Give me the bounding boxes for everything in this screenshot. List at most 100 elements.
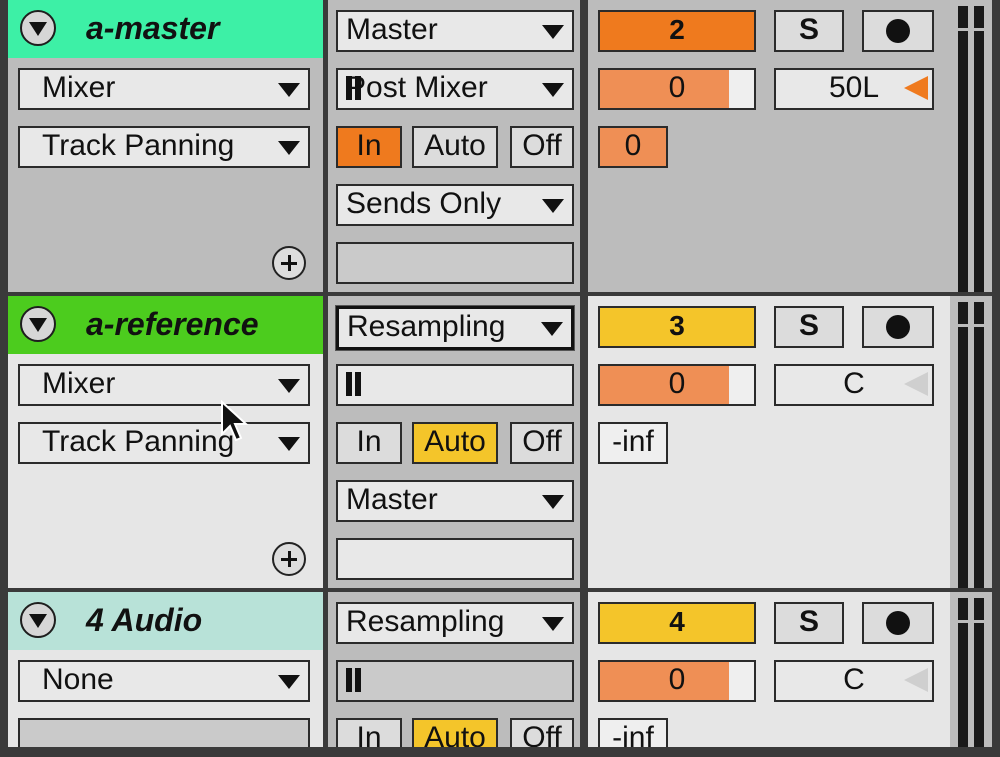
io-section: a-reference Mixer Track Panning [8, 296, 323, 588]
send-value[interactable]: -inf [598, 422, 668, 464]
pause-icon [344, 76, 364, 100]
track-name[interactable]: a-master [86, 10, 219, 47]
output-type-label: Resampling [346, 605, 505, 638]
output-channel-dropdown[interactable] [336, 364, 574, 406]
volume-slider[interactable]: 0 [598, 68, 756, 110]
chevron-down-icon [542, 83, 564, 97]
output-type-dropdown[interactable]: Resampling [336, 306, 574, 350]
fold-icon[interactable] [20, 602, 56, 638]
output-type-dropdown[interactable]: Resampling [336, 602, 574, 644]
chevron-down-icon [542, 25, 564, 39]
track-activator-button[interactable]: 2 [598, 10, 756, 52]
sends-label: Sends Only [346, 187, 502, 220]
input-type-dropdown[interactable]: Mixer [18, 68, 310, 110]
volume-fill [600, 366, 730, 404]
record-icon [886, 19, 910, 43]
input-channel-dropdown[interactable]: Track Panning [18, 126, 310, 168]
mixer-section: 2 S 0 50L 0 [588, 0, 950, 292]
record-icon [886, 611, 910, 635]
output-type-dropdown[interactable]: Master [336, 10, 574, 52]
io-section: 4 Audio None [8, 592, 323, 747]
input-channel-dropdown[interactable] [18, 718, 310, 747]
sends-dropdown[interactable]: Sends Only [336, 184, 574, 226]
pan-knob[interactable]: 50L [774, 68, 934, 110]
solo-button[interactable]: S [774, 10, 844, 52]
pan-indicator-icon [904, 372, 928, 396]
sends-label: Master [346, 483, 438, 516]
meter-right [974, 302, 984, 588]
chevron-down-icon [278, 379, 300, 393]
track-activator-button[interactable]: 3 [598, 306, 756, 348]
output-channel-dropdown[interactable]: Post Mixer [336, 68, 574, 110]
track-header[interactable]: a-reference [8, 296, 323, 354]
routing-section: Master Post Mixer In Auto Off Sends Only [328, 0, 580, 292]
output-channel-dropdown[interactable] [336, 660, 574, 702]
input-type-dropdown[interactable]: None [18, 660, 310, 702]
input-type-label: Mixer [42, 367, 116, 400]
fold-icon[interactable] [20, 306, 56, 342]
pan-knob[interactable]: C [774, 364, 934, 406]
input-channel-label: Track Panning [42, 129, 235, 162]
fold-icon[interactable] [20, 10, 56, 46]
monitor-auto-button[interactable]: Auto [412, 718, 498, 747]
monitor-in-button[interactable]: In [336, 422, 402, 464]
volume-fill [600, 662, 730, 700]
level-meter [950, 592, 992, 747]
volume-value: 0 [668, 663, 686, 696]
level-meter [950, 0, 992, 292]
mixer-section: 3 S 0 C -inf [588, 296, 950, 588]
level-meter [950, 296, 992, 588]
chevron-down-icon [278, 675, 300, 689]
solo-button[interactable]: S [774, 306, 844, 348]
track-name[interactable]: a-reference [86, 306, 259, 343]
output-type-label: Master [346, 13, 438, 46]
chevron-down-icon [278, 141, 300, 155]
input-channel-dropdown[interactable]: Track Panning [18, 422, 310, 464]
volume-fill [600, 70, 730, 108]
solo-button[interactable]: S [774, 602, 844, 644]
monitor-auto-button[interactable]: Auto [412, 126, 498, 168]
chevron-down-icon [278, 437, 300, 451]
meter-tick [974, 324, 984, 327]
volume-slider[interactable]: 0 [598, 364, 756, 406]
input-channel-label: Track Panning [42, 425, 235, 458]
pan-indicator-icon [904, 76, 928, 100]
mouse-cursor-icon [221, 400, 249, 442]
track-header[interactable]: a-master [8, 0, 323, 58]
monitor-auto-button[interactable]: Auto [412, 422, 498, 464]
add-device-icon[interactable] [272, 542, 306, 576]
input-type-dropdown[interactable]: Mixer [18, 364, 310, 406]
input-type-label: None [42, 663, 114, 696]
chevron-down-icon [542, 199, 564, 213]
track-a-master: a-master Mixer Track Panning Master Post… [0, 0, 1000, 292]
arm-button[interactable] [862, 602, 934, 644]
send-value[interactable]: 0 [598, 126, 668, 168]
empty-field[interactable] [336, 242, 574, 284]
send-value[interactable]: -inf [598, 718, 668, 747]
meter-tick [958, 28, 968, 31]
meter-tick [958, 324, 968, 327]
monitor-off-button[interactable]: Off [510, 718, 574, 747]
pan-value: C [843, 367, 865, 400]
monitor-off-button[interactable]: Off [510, 422, 574, 464]
chevron-down-icon [542, 617, 564, 631]
sends-dropdown[interactable]: Master [336, 480, 574, 522]
monitor-in-button[interactable]: In [336, 126, 402, 168]
monitor-off-button[interactable]: Off [510, 126, 574, 168]
arm-button[interactable] [862, 10, 934, 52]
track-name[interactable]: 4 Audio [86, 602, 202, 639]
monitor-in-button[interactable]: In [336, 718, 402, 747]
track-header[interactable]: 4 Audio [8, 592, 323, 650]
track-activator-button[interactable]: 4 [598, 602, 756, 644]
pan-value: 50L [828, 71, 880, 104]
routing-section: Resampling In Auto Off Master [328, 296, 580, 588]
arm-button[interactable] [862, 306, 934, 348]
add-device-icon[interactable] [272, 246, 306, 280]
io-section: a-master Mixer Track Panning [8, 0, 323, 292]
empty-field[interactable] [336, 538, 574, 580]
volume-slider[interactable]: 0 [598, 660, 756, 702]
chevron-down-icon [542, 495, 564, 509]
pan-knob[interactable]: C [774, 660, 934, 702]
input-type-label: Mixer [42, 71, 116, 104]
chevron-down-icon [541, 322, 563, 336]
